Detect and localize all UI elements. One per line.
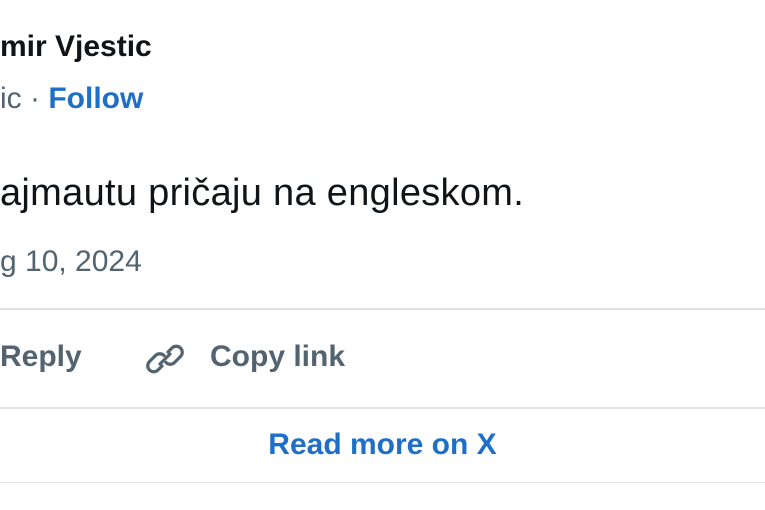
handle-separator: · (21, 82, 49, 115)
link-icon[interactable] (144, 338, 186, 380)
author-handle-row: ic · Follow (0, 82, 143, 116)
author-name[interactable]: mir Vjestic (0, 30, 152, 64)
divider (0, 308, 765, 310)
follow-button[interactable]: Follow (48, 82, 143, 115)
reply-button[interactable]: Reply (0, 340, 82, 374)
divider (0, 482, 765, 483)
tweet-date[interactable]: g 10, 2024 (0, 245, 142, 279)
copy-link-button[interactable]: Copy link (210, 340, 345, 374)
read-more-on-x-button[interactable]: Read more on X (0, 407, 765, 482)
tweet-text: ajmautu pričaju na engleskom. (0, 172, 525, 214)
author-handle[interactable]: ic (0, 82, 22, 115)
